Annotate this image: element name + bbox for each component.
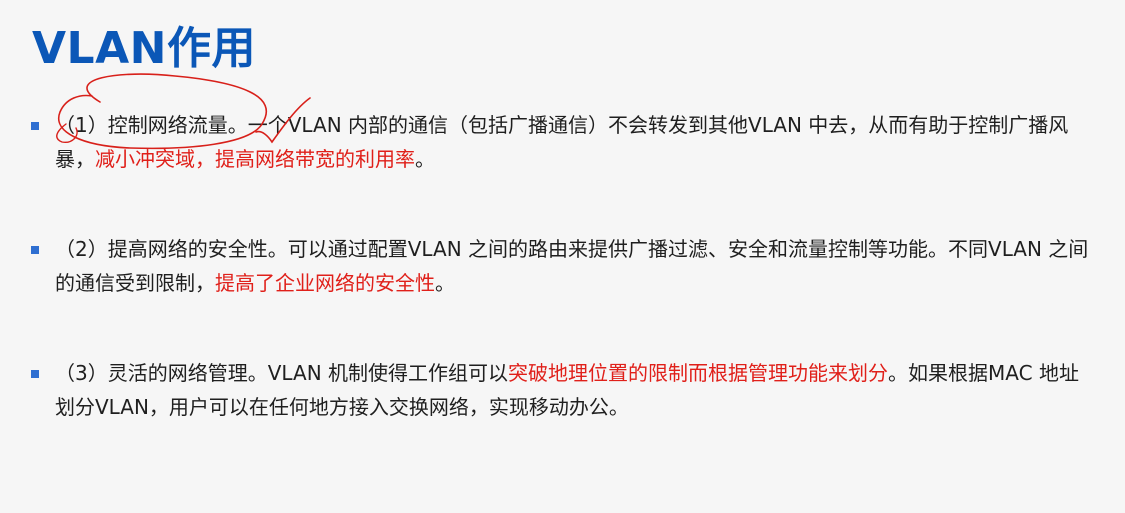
bullet-list: （1）控制网络流量。一个VLAN 内部的通信（包括广播通信）不会转发到其他VLA… [0,0,1125,513]
bullet-body: VLAN 机制使得工作组可以 [267,361,509,385]
bullet-tail: 。 [415,147,435,171]
bullet-text: （2）提高网络的安全性。可以通过配置VLAN 之间的路由来提供广播过滤、安全和流… [55,232,1095,300]
bullet-square-icon [31,122,39,130]
bullet-square-icon [31,246,39,254]
bullet-tail: 。 [435,271,455,295]
bullet-text: （3）灵活的网络管理。VLAN 机制使得工作组可以突破地理位置的限制而根据管理功… [55,356,1095,424]
bullet-lead: （2）提高网络的安全性。 [55,237,288,261]
bullet-highlight: 减小冲突域，提高网络带宽的利用率 [95,147,415,171]
bullet-lead: （1）控制网络流量。 [55,113,248,137]
bullet-highlight: 提高了企业网络的安全性 [215,271,435,295]
slide: VLAN作用 （1）控制网络流量。一个VLAN 内部的通信（包括广播通信）不会转… [0,0,1125,513]
bullet-lead: （3）灵活的网络管理。 [55,361,268,385]
bullet-highlight: 突破地理位置的限制而根据管理功能来划分 [508,361,889,385]
bullet-square-icon [31,370,39,378]
bullet-text: （1）控制网络流量。一个VLAN 内部的通信（包括广播通信）不会转发到其他VLA… [55,108,1095,176]
